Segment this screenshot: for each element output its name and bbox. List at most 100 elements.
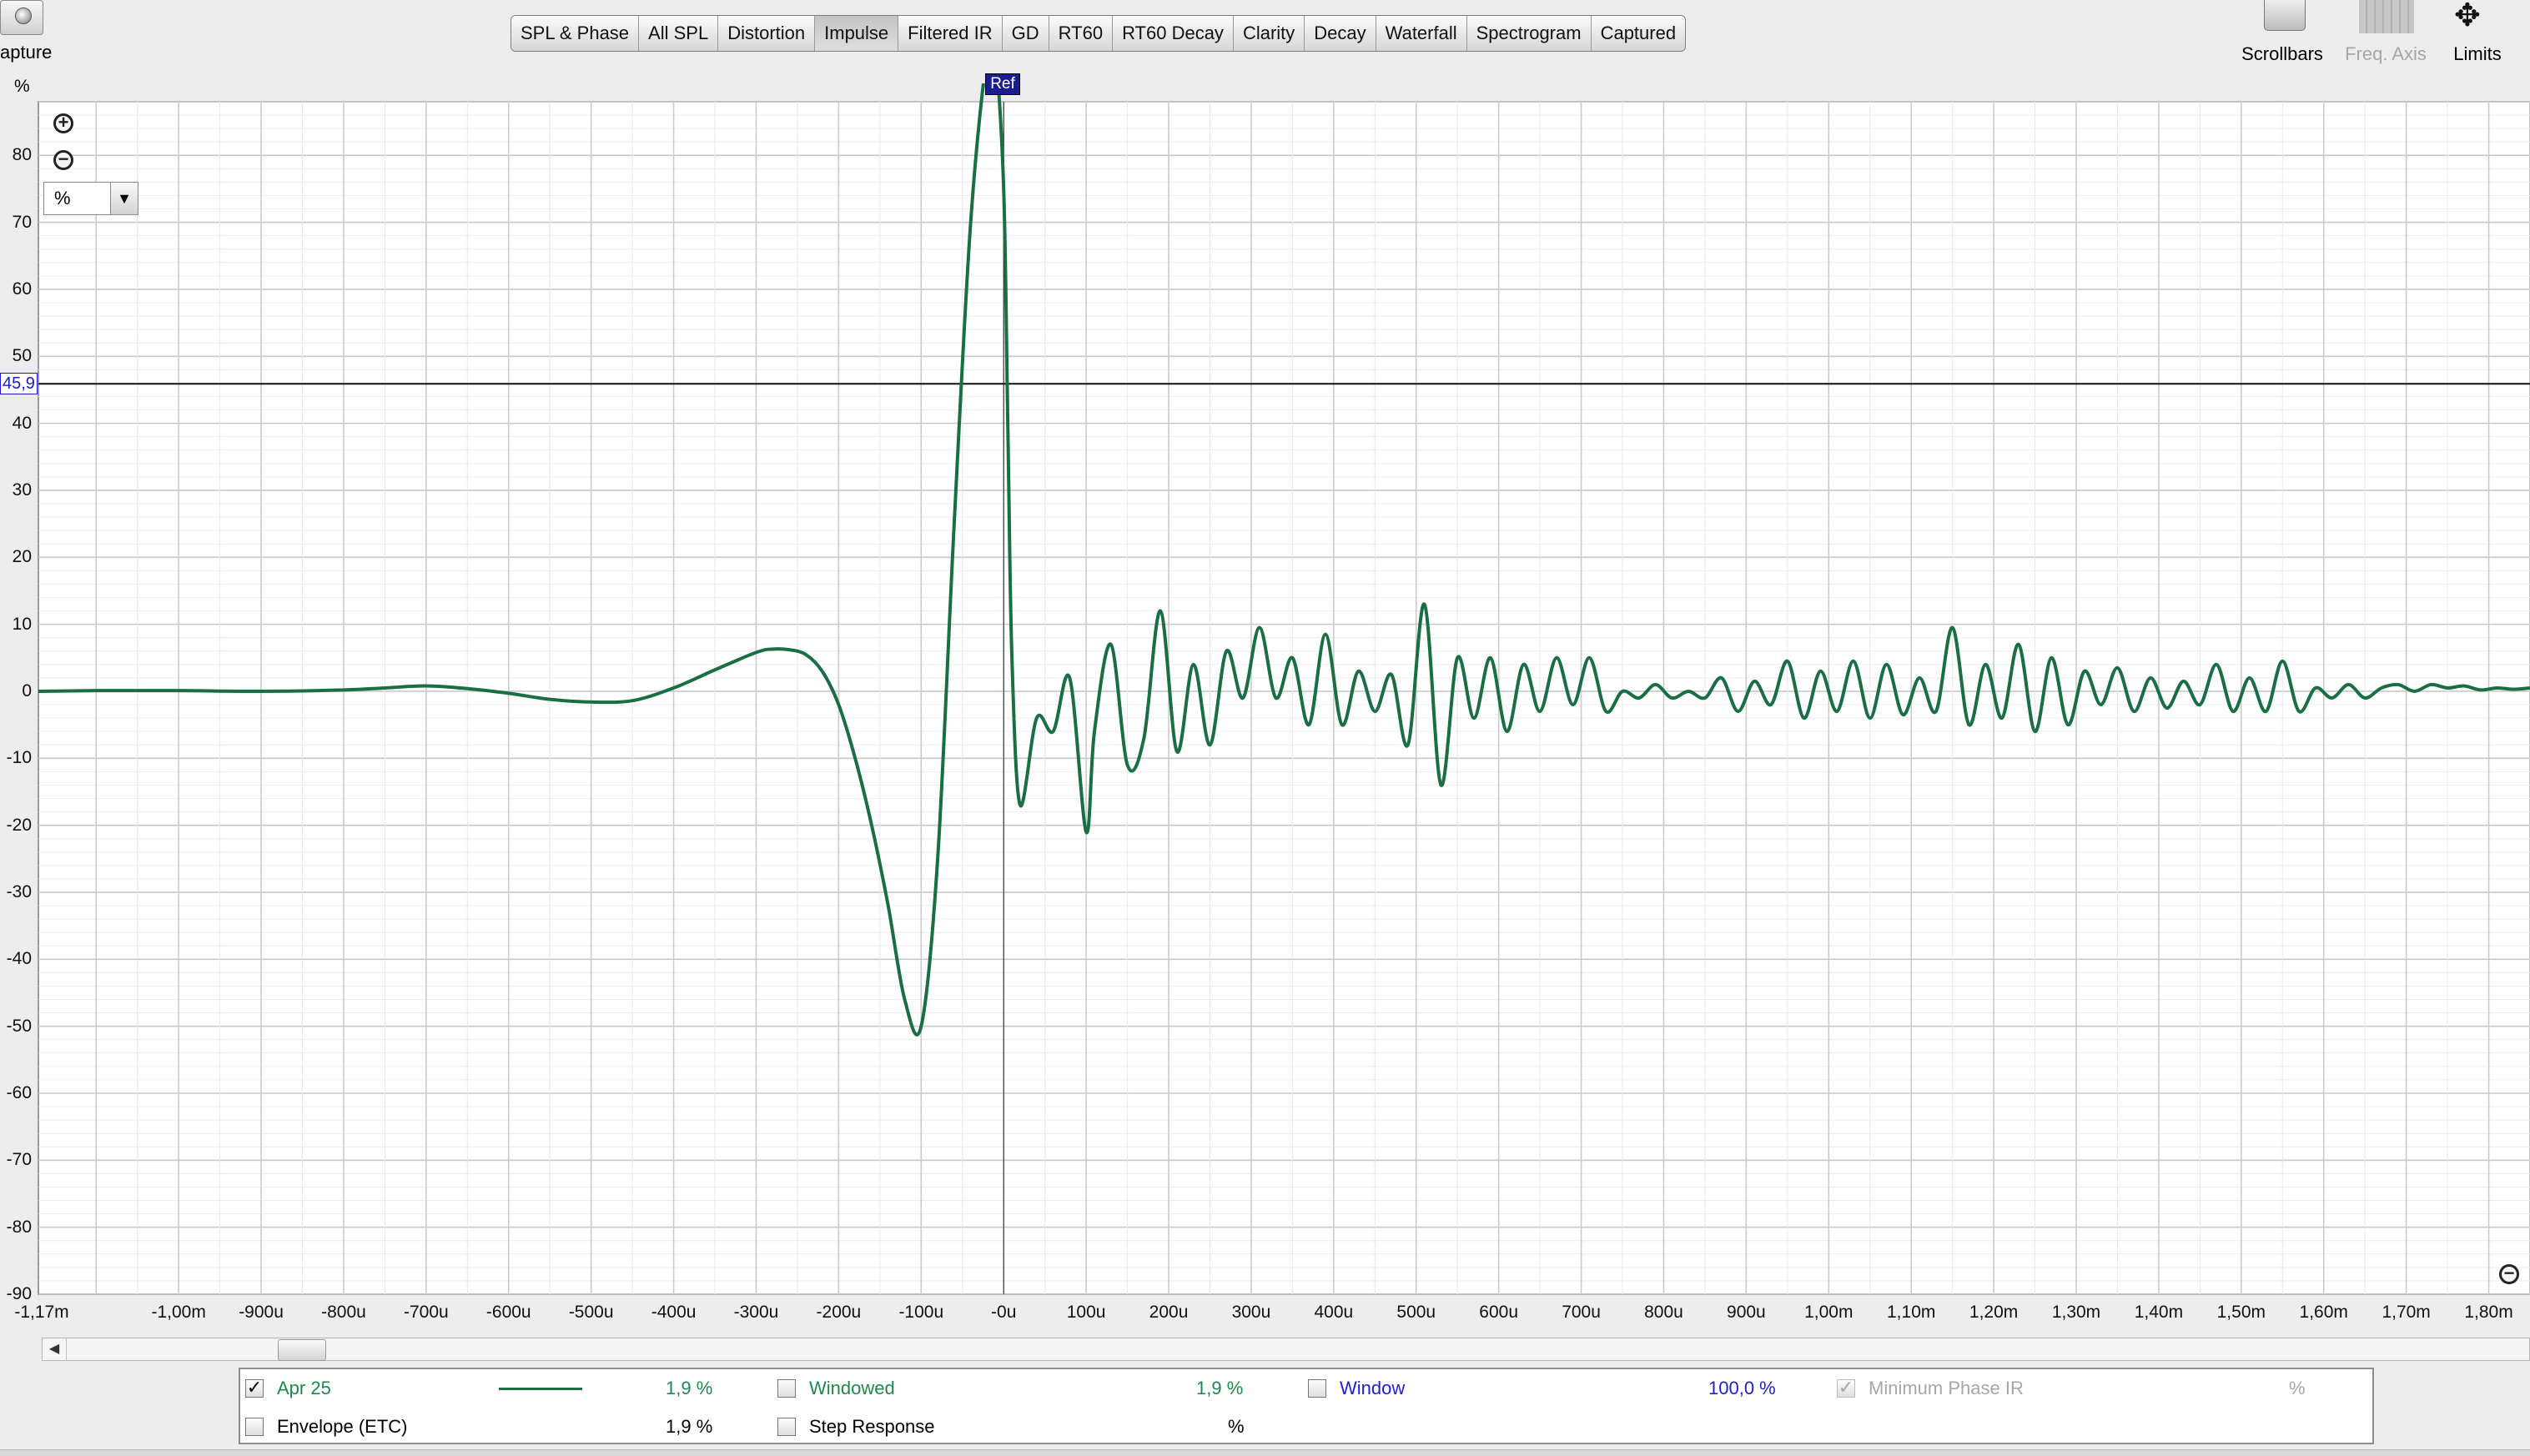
x-tick-label: -800u: [321, 1303, 366, 1322]
scrollbar-thumb[interactable]: [278, 1339, 326, 1361]
y-tick-label: -60: [6, 1082, 32, 1102]
tab-clarity[interactable]: Clarity: [1233, 16, 1305, 51]
y-tick-label: 0: [22, 680, 32, 700]
capture-icon: [15, 8, 32, 24]
x-tick-label: -900u: [239, 1303, 284, 1322]
cursor-value-readout[interactable]: 45,9: [0, 373, 38, 395]
plot-background: [38, 101, 2530, 1295]
trace-line-swatch: [499, 1388, 582, 1390]
tab-spectrogram[interactable]: Spectrogram: [1466, 16, 1592, 51]
step-response-label: Step Response: [809, 1416, 935, 1437]
chevron-down-icon[interactable]: ▼: [110, 183, 138, 214]
freq-axis-icon: [2359, 0, 2414, 33]
y-tick-label: 20: [12, 547, 32, 567]
x-tick-label: 1,60m: [2299, 1303, 2348, 1322]
step-response-checkbox[interactable]: [777, 1418, 796, 1436]
zoom-out-x-icon[interactable]: −: [2499, 1264, 2519, 1284]
x-tick-label: 700u: [1562, 1303, 1601, 1322]
tab-all-spl[interactable]: All SPL: [639, 16, 719, 51]
impulse-plot-area[interactable]: % 80 70 60 50 40 30 20 10 0 -10 -20 -30 -40 -50 -60 -70…: [0, 73, 2530, 1351]
min-phase-label: Minimum Phase IR: [1869, 1378, 2024, 1398]
x-tick-label: 1,20m: [1969, 1303, 2019, 1322]
x-tick-label: 500u: [1396, 1303, 1436, 1322]
x-tick-label: 200u: [1149, 1303, 1189, 1322]
y-tick-label: -10: [6, 748, 32, 768]
x-tick-label: 1,70m: [2382, 1303, 2431, 1322]
x-tick-label: 1,30m: [2051, 1303, 2101, 1322]
y-tick-label: -80: [6, 1217, 32, 1237]
unit-select-value: %: [54, 188, 71, 208]
graph-tabs: SPL & Phase All SPL Distortion Impulse Filte…: [511, 15, 1687, 52]
capture-button[interactable]: [0, 0, 43, 35]
scrollbars-label: Scrollbars: [2241, 43, 2323, 64]
trace-value: 1,9 %: [666, 1378, 713, 1398]
x-tick-label: -400u: [651, 1303, 697, 1322]
tab-waterfall[interactable]: Waterfall: [1376, 16, 1467, 51]
trace-checkbox[interactable]: ✓: [245, 1378, 264, 1398]
x-tick-label: 1,50m: [2216, 1303, 2266, 1322]
envelope-value: 1,9 %: [666, 1416, 713, 1437]
tab-decay[interactable]: Decay: [1305, 16, 1376, 51]
tab-spl-phase[interactable]: SPL & Phase: [511, 16, 640, 51]
windowed-label: Windowed: [809, 1378, 895, 1398]
y-tick-label: 40: [12, 413, 32, 433]
x-tick-label: -600u: [485, 1303, 531, 1322]
y-tick-label: -20: [6, 815, 32, 835]
x-tick-label: 100u: [1066, 1303, 1106, 1322]
tab-rt60-decay[interactable]: RT60 Decay: [1113, 16, 1234, 51]
unit-select[interactable]: % ▼: [43, 182, 138, 215]
trace-label: Apr 25: [277, 1378, 331, 1398]
y-tick-label: -40: [6, 949, 32, 969]
windowed-value: 1,9 %: [1196, 1378, 1244, 1398]
y-tick-label: 30: [12, 479, 32, 500]
tab-gd[interactable]: GD: [1002, 16, 1049, 51]
legend-panel: ✓ Apr 25 1,9 % Windowed 1,9 % Window 100…: [239, 1368, 2374, 1444]
scrollbars-icon: [2264, 0, 2306, 31]
capture-label: apture: [0, 42, 53, 63]
ref-marker[interactable]: Ref: [985, 73, 1020, 95]
step-response-value: %: [1228, 1416, 1245, 1437]
x-tick-label: 300u: [1231, 1303, 1271, 1322]
y-tick-label: 70: [12, 212, 32, 232]
x-tick-label: -300u: [733, 1303, 779, 1322]
toolbar: apture SPL & Phase All SPL Distortion Impul…: [0, 0, 2530, 83]
scroll-left-icon[interactable]: ◀: [43, 1338, 67, 1360]
y-tick-label: 50: [12, 346, 32, 366]
x-tick-label: 800u: [1644, 1303, 1683, 1322]
horizontal-scrollbar[interactable]: ◀: [42, 1338, 2530, 1361]
windowed-checkbox[interactable]: [777, 1379, 796, 1398]
freq-axis-label: Freq. Axis: [2345, 43, 2427, 64]
tab-distortion[interactable]: Distortion: [718, 16, 816, 51]
tab-filtered-ir[interactable]: Filtered IR: [898, 16, 1003, 51]
envelope-checkbox[interactable]: [245, 1418, 264, 1436]
x-tick-label: 1,00m: [1804, 1303, 1853, 1322]
tab-impulse[interactable]: Impulse: [815, 16, 899, 51]
x-tick-label: -0u: [991, 1303, 1017, 1322]
y-tick-label: 10: [12, 614, 32, 634]
x-tick-label: 600u: [1479, 1303, 1519, 1322]
x-tick-label: -1,17m: [14, 1303, 69, 1322]
tab-rt60[interactable]: RT60: [1049, 16, 1114, 51]
x-tick-label: -1,00m: [151, 1303, 206, 1322]
impulse-graph[interactable]: [0, 83, 2530, 1334]
y-axis-unit: %: [14, 77, 30, 96]
window-label: Window: [1340, 1378, 1406, 1398]
tab-captured[interactable]: Captured: [1591, 16, 1686, 51]
limits-icon: ✥: [2454, 0, 2481, 33]
x-tick-label: 1,80m: [2464, 1303, 2513, 1322]
window-value: 100,0 %: [1708, 1378, 1776, 1398]
x-tick-label: 1,10m: [1887, 1303, 1936, 1322]
limits-label: Limits: [2453, 43, 2502, 64]
x-tick-label: 1,40m: [2134, 1303, 2184, 1322]
x-tick-label: 400u: [1314, 1303, 1354, 1322]
y-tick-label: 80: [12, 145, 32, 165]
y-tick-label: -30: [6, 881, 32, 901]
x-tick-label: -100u: [898, 1303, 944, 1322]
window-checkbox[interactable]: [1308, 1379, 1326, 1398]
zoom-in-icon[interactable]: +: [53, 113, 73, 133]
x-tick-label: -500u: [568, 1303, 614, 1322]
zoom-out-icon[interactable]: −: [53, 150, 73, 170]
y-tick-label: -70: [6, 1150, 32, 1170]
y-tick-label: -50: [6, 1016, 32, 1036]
min-phase-checkbox[interactable]: ✓: [1837, 1378, 1855, 1398]
